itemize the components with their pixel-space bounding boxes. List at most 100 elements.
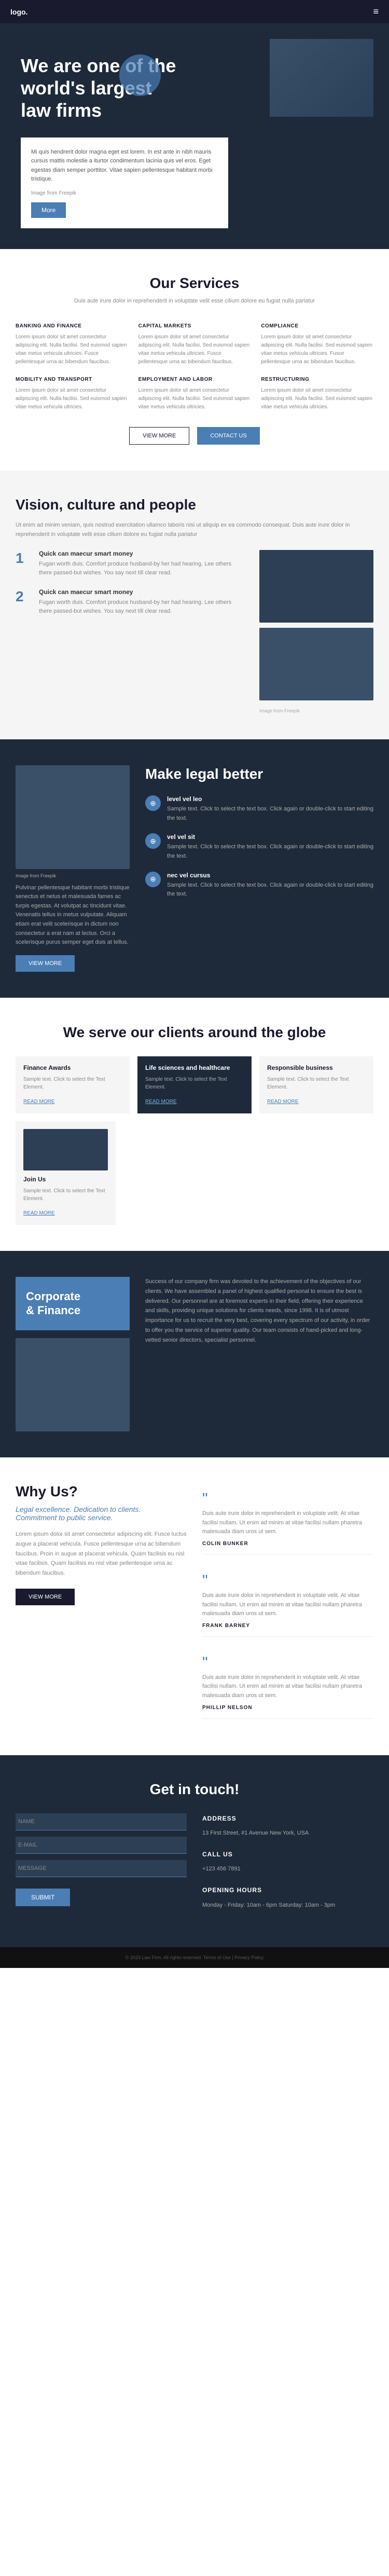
service-title-capital: CAPITAL MARKETS [138, 323, 251, 329]
services-title: Our Services [16, 275, 373, 292]
globe-card-lifesciences: Life sciences and healthcare Sample text… [137, 1056, 252, 1113]
contact-title: Get in touch! [16, 1781, 373, 1798]
globe-card-text-join: Sample text. Click to select the Text El… [23, 1187, 108, 1203]
legal-image [16, 765, 130, 869]
logo: logo. [10, 8, 27, 16]
service-text-mobility: Lorem ipsum dolor sit amet consectetur a… [16, 387, 128, 411]
contact-info: ADDRESS 13 First Street, #1 Avenue New Y… [202, 1813, 373, 1921]
legal-item-2: ⊕ vel vel sit Sample text. Click to sele… [145, 833, 373, 861]
name-input[interactable] [16, 1813, 187, 1830]
view-more-button[interactable]: VIEW MORE [129, 427, 189, 445]
vision-image-source: Image from Freepik [259, 708, 373, 713]
contact-phone-section: CALL US +123 456 7891 [202, 1849, 373, 1875]
submit-button[interactable]: SUBMIT [16, 1889, 70, 1906]
globe-row2: Join Us Sample text. Click to select the… [16, 1121, 223, 1225]
service-title-banking: BANKING AND FINANCE [16, 323, 128, 329]
legal-item-title-1: level vel leo [167, 795, 373, 803]
vision-num-2: 2 [16, 588, 31, 616]
corporate-inner: Corporate & Finance Success of our compa… [16, 1277, 373, 1431]
legal-item-text-2: Sample text. Click to select the text bo… [167, 843, 373, 861]
testimonial-3: " Duis aute irure dolor in reprehenderit… [202, 1647, 373, 1719]
corporate-left: Corporate & Finance [16, 1277, 130, 1431]
service-item-banking: BANKING AND FINANCE Lorem ipsum dolor si… [16, 323, 128, 366]
email-input[interactable] [16, 1837, 187, 1854]
message-input[interactable] [16, 1860, 187, 1877]
legal-title: Make legal better [145, 765, 373, 783]
quote-mark-3: " [202, 1655, 373, 1671]
contact-section: Get in touch! SUBMIT ADDRESS 13 First St… [0, 1755, 389, 1947]
corporate-section: Corporate & Finance Success of our compa… [0, 1251, 389, 1457]
vision-item-text-1: Fugan worth duis. Comfort produce husban… [39, 560, 244, 578]
why-title: Why Us? [16, 1483, 187, 1500]
vision-item-title-1: Quick can maecur smart money [39, 550, 244, 557]
globe-card-join: Join Us Sample text. Click to select the… [16, 1121, 116, 1225]
service-item-compliance: COMPLIANCE Lorem ipsum dolor sit amet co… [261, 323, 373, 366]
testimonial-2: " Duis aute irure dolor in reprehenderit… [202, 1565, 373, 1637]
hero-section: We are one of the world's largest law fi… [0, 23, 389, 249]
testimonial-text-3: Duis aute irure dolor in reprehenderit i… [202, 1673, 373, 1701]
corporate-badge: Corporate & Finance [16, 1277, 130, 1330]
hero-card: Mi quis hendrerit dolor magna eget est l… [21, 137, 228, 228]
legal-better-section: Image from Freepik Pulvinar pellentesque… [0, 739, 389, 998]
menu-icon[interactable]: ≡ [373, 6, 379, 17]
globe-card-responsible: Responsible business Sample text. Click … [259, 1056, 373, 1113]
contact-phone-text: +123 456 7891 [202, 1864, 373, 1875]
vision-images: Image from Freepik [259, 550, 373, 713]
service-item-mobility: MOBILITY AND TRANSPORT Lorem ipsum dolor… [16, 377, 128, 411]
service-title-restructuring: RESTRUCTURING [261, 377, 373, 382]
globe-card-link-lifesciences[interactable]: READ MORE [145, 1099, 177, 1105]
circle-accent [119, 54, 161, 96]
globe-section: We serve our clients around the globe Fi… [0, 998, 389, 1251]
hero-card-source: Image from Freepik [31, 190, 218, 196]
why-view-more-button[interactable]: VIEW MORE [16, 1589, 75, 1605]
legal-icon-1: ⊕ [145, 795, 161, 811]
hero-more-button[interactable]: More [31, 202, 66, 218]
globe-card-title-lifesciences: Life sciences and healthcare [145, 1064, 244, 1071]
corporate-badge-line1: Corporate [26, 1290, 80, 1303]
legal-inner: Image from Freepik Pulvinar pellentesque… [16, 765, 373, 972]
why-inner: Why Us? Legal excellence. Dedication to … [16, 1483, 373, 1729]
contact-us-button[interactable]: CONTACT US [197, 427, 260, 445]
corporate-image [16, 1338, 130, 1431]
contact-form: SUBMIT [16, 1813, 187, 1921]
legal-body-text: Pulvinar pellentesque habitant morbi tri… [16, 884, 130, 947]
service-title-employment: EMPLOYMENT AND LABOR [138, 377, 251, 382]
vision-section: Vision, culture and people Ut enim ad mi… [0, 471, 389, 739]
globe-card-title-join: Join Us [23, 1176, 108, 1183]
contact-hours-title: OPENING HOURS [202, 1885, 373, 1896]
contact-address-text: 13 First Street, #1 Avenue New York, USA [202, 1828, 373, 1839]
service-item-restructuring: RESTRUCTURING Lorem ipsum dolor sit amet… [261, 377, 373, 411]
service-title-compliance: COMPLIANCE [261, 323, 373, 329]
testimonial-author-1: COLIN BUNKER [202, 1541, 373, 1547]
globe-card-link-join[interactable]: READ MORE [23, 1210, 55, 1216]
contact-phone-title: CALL US [202, 1849, 373, 1861]
globe-card-link-finance[interactable]: READ MORE [23, 1099, 55, 1105]
hero-card-text: Mi quis hendrerit dolor magna eget est l… [31, 148, 218, 184]
legal-image-col: Image from Freepik Pulvinar pellentesque… [16, 765, 130, 972]
legal-item-title-3: nec vel cursus [167, 872, 373, 879]
corporate-badge-line2: & Finance [26, 1304, 80, 1317]
why-subtitle: Legal excellence. Dedication to clients.… [16, 1505, 187, 1522]
globe-card-title-finance: Finance Awards [23, 1064, 122, 1071]
legal-icon-2: ⊕ [145, 833, 161, 849]
legal-image-source: Image from Freepik [16, 873, 130, 878]
navbar: logo. ≡ [0, 0, 389, 23]
services-buttons: VIEW MORE CONTACT US [16, 427, 373, 445]
globe-card-title-responsible: Responsible business [267, 1064, 366, 1071]
vision-image-2 [259, 628, 373, 700]
vision-title: Vision, culture and people [16, 497, 373, 513]
testimonial-text-2: Duis aute irure dolor in reprehenderit i… [202, 1591, 373, 1619]
vision-inner: 1 Quick can maecur smart money Fugan wor… [16, 550, 373, 713]
contact-hours-text: Monday - Friday: 10am - 6pm Saturday: 10… [202, 1900, 373, 1911]
vision-desc: Ut enim ad minim veniam, quis nostrud ex… [16, 521, 373, 539]
globe-card-link-responsible[interactable]: READ MORE [267, 1099, 299, 1105]
services-subtitle: Duis aute irure dolor in reprehenderit i… [16, 297, 373, 306]
service-text-restructuring: Lorem ipsum dolor sit amet consectetur a… [261, 387, 373, 411]
quote-mark-2: " [202, 1573, 373, 1589]
legal-item-text-3: Sample text. Click to select the text bo… [167, 881, 373, 899]
legal-item-3: ⊕ nec vel cursus Sample text. Click to s… [145, 872, 373, 899]
legal-view-more-button[interactable]: VIEW MORE [16, 955, 75, 972]
corporate-text: Success of our company firm was devoted … [145, 1277, 373, 1345]
globe-card-text-lifesciences: Sample text. Click to select the Text El… [145, 1076, 244, 1091]
legal-item-title-2: vel vel sit [167, 833, 373, 841]
